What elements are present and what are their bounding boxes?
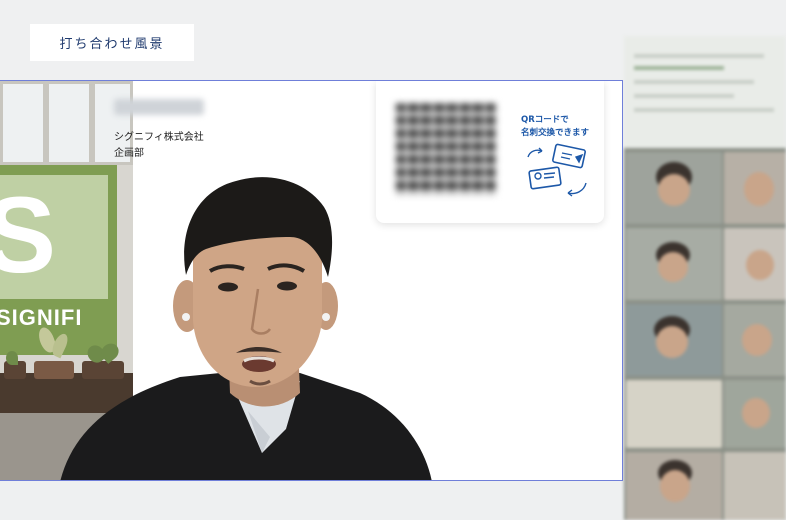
participant-tile bbox=[724, 380, 786, 448]
participant-tile bbox=[626, 152, 722, 224]
participant-tile bbox=[724, 304, 786, 376]
participant-tile bbox=[626, 452, 722, 520]
business-card-exchange-icon bbox=[527, 143, 587, 197]
caption-title: 打ち合わせ風景 bbox=[59, 37, 165, 52]
participant-gallery bbox=[624, 36, 786, 520]
participant-tile bbox=[626, 228, 722, 300]
qr-card-line2: 名刺交換できます bbox=[521, 128, 590, 138]
qr-card-line1: QRコードで bbox=[521, 115, 569, 125]
participant-tile bbox=[724, 228, 786, 300]
main-video-frame[interactable]: S SIGNIFI シグニフィ株式会社 企画部 bbox=[0, 80, 623, 481]
qr-business-card-panel: QRコードで 名刺交換できます bbox=[376, 81, 604, 223]
qr-card-text: QRコードで 名刺交換できます bbox=[521, 114, 589, 140]
gallery-toolbar bbox=[624, 36, 786, 148]
participant-tile bbox=[724, 152, 786, 224]
participant-tile bbox=[724, 452, 786, 520]
participant-tile bbox=[626, 304, 722, 376]
qr-code-icon[interactable] bbox=[396, 103, 496, 195]
caption-label: 打ち合わせ風景 bbox=[30, 24, 194, 61]
participant-tile bbox=[626, 380, 722, 448]
